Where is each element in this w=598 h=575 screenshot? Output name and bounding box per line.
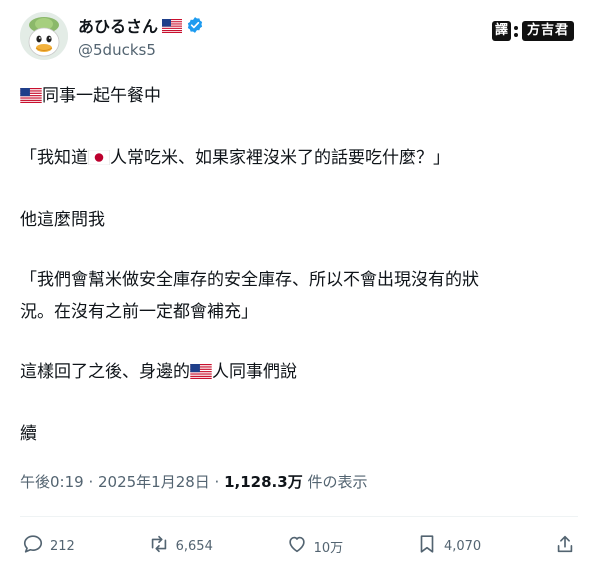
- text-line-4: 「我們會幫米做安全庫存的安全庫存、所以不會出現沒有的狀: [20, 270, 479, 290]
- text-line-5: 況。在沒有之前一定都會補充」: [20, 302, 258, 322]
- repost-button[interactable]: 6,654: [148, 533, 213, 559]
- repost-icon: [148, 533, 170, 559]
- user-handle[interactable]: @5ducks5: [78, 41, 156, 59]
- us-flag-icon: [20, 82, 42, 114]
- text-segment: 同事一起午餐中: [42, 86, 161, 106]
- text-segment: 人同事們說: [212, 362, 297, 382]
- reply-button[interactable]: 212: [22, 533, 75, 559]
- text-segment: 人常吃米、如果家裡沒米了的話要吃什麼？」: [110, 148, 450, 168]
- avatar[interactable]: [20, 12, 68, 60]
- action-bar: 212 6,654 10万 4,070: [22, 531, 576, 561]
- bookmark-button[interactable]: 4,070: [416, 533, 481, 559]
- verified-badge-icon: [186, 16, 204, 38]
- heart-icon: [286, 533, 308, 559]
- display-name[interactable]: あひるさん: [78, 17, 158, 37]
- text-line-1: 同事一起午餐中: [20, 80, 578, 114]
- tweet-header: あひるさん @5ducks5 譯 方吉君: [20, 10, 578, 66]
- bookmark-icon: [416, 533, 438, 559]
- us-flag-icon: [162, 18, 183, 37]
- like-button[interactable]: 10万: [286, 533, 344, 559]
- reply-count: 212: [50, 538, 75, 554]
- tweet-meta: 午後0:19 · 2025年1月28日 · 1,128.3万 件の表示: [20, 470, 367, 494]
- text-segment: 這樣回了之後、身邊的: [20, 362, 190, 382]
- view-count: 1,128.3万: [224, 473, 303, 491]
- text-segment: 「我知道: [20, 148, 88, 168]
- text-line-2: 「我知道 人常吃米、如果家裡沒米了的話要吃什麼？」: [20, 142, 578, 176]
- share-button[interactable]: [554, 533, 576, 559]
- text-line-6: 這樣回了之後、身邊的 人同事們說: [20, 356, 578, 390]
- text-line-7: 續: [20, 424, 37, 444]
- views-label: 件の表示: [302, 473, 368, 491]
- share-icon: [554, 533, 576, 559]
- timestamp[interactable]: 午後0:19 · 2025年1月28日 ·: [20, 473, 224, 491]
- us-flag-icon: [190, 358, 212, 390]
- reply-icon: [22, 533, 44, 559]
- badge-separator: [514, 24, 519, 38]
- japan-flag-icon: [88, 144, 110, 176]
- name-row: あひるさん: [78, 16, 204, 38]
- bookmark-count: 4,070: [443, 538, 482, 554]
- like-count: 10万: [313, 540, 344, 556]
- text-line-3: 他這麼問我: [20, 210, 105, 230]
- tweet-text: 同事一起午餐中 「我知道 人常吃米、如果家裡沒米了的話要吃什麼？」 他這麼問我 「…: [20, 80, 578, 450]
- divider: [20, 516, 578, 517]
- translator-badge: 譯 方吉君: [491, 19, 574, 43]
- translator-badge-char: 譯: [491, 21, 511, 41]
- translator-badge-name: 方吉君: [521, 21, 574, 41]
- repost-count: 6,654: [175, 538, 213, 554]
